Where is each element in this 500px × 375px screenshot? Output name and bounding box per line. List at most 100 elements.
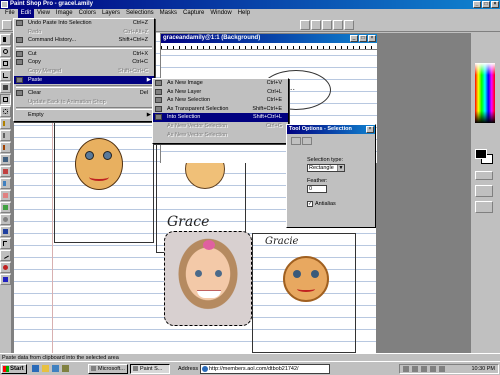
clone-brush-icon[interactable]	[0, 154, 11, 165]
task-paint-shop[interactable]: Paint S...	[130, 364, 170, 374]
color-spectrum[interactable]	[475, 63, 495, 123]
crop-tool-icon[interactable]	[0, 70, 11, 81]
object-selector-icon[interactable]	[0, 274, 11, 285]
clock[interactable]: 10:30 PM	[471, 365, 495, 373]
arrow-tool-icon[interactable]	[0, 34, 11, 45]
image-minimize-button[interactable]: _	[350, 35, 358, 42]
menu-item-cut[interactable]: Cut Ctrl+X	[14, 50, 154, 59]
text-tool-icon[interactable]	[0, 238, 11, 249]
close-button[interactable]: ×	[491, 1, 499, 8]
desktop-quicklaunch-icon[interactable]	[42, 365, 49, 372]
tray-icon[interactable]	[421, 366, 427, 372]
menu-item-update-animation-shop[interactable]: Update Back to Animation Shop	[14, 98, 154, 107]
menu-separator	[16, 85, 152, 89]
selection-type-label: Selection type:	[307, 157, 344, 163]
airbrush-icon[interactable]	[0, 214, 11, 225]
flood-fill-icon[interactable]	[0, 226, 11, 237]
menu-item-redo[interactable]: Redo Ctrl+Alt+Z	[14, 28, 154, 37]
menu-image[interactable]: Image	[53, 9, 76, 18]
start-button[interactable]: Start	[1, 364, 27, 374]
history-icon	[16, 37, 23, 44]
texture-button[interactable]	[475, 201, 493, 213]
address-input[interactable]: http://members.aol.com/dtbob21742/	[200, 364, 330, 374]
drawn-eye	[103, 151, 112, 160]
tool-options-title: Tool Options - Selection	[287, 125, 375, 134]
help-icon[interactable]	[344, 20, 354, 30]
eraser-tool-icon[interactable]	[0, 190, 11, 201]
speaker-icon[interactable]	[439, 366, 445, 372]
submenu-item-as-new-layer[interactable]: As New Layer Ctrl+L	[153, 88, 288, 97]
menu-item-clear[interactable]: Clear Del	[14, 89, 154, 98]
selection-tool-icon[interactable]	[0, 94, 11, 105]
antialias-checkbox[interactable]: ✓ Antialias	[307, 201, 345, 207]
channels-quicklaunch-icon[interactable]	[62, 365, 69, 372]
zoom-tool-icon[interactable]	[0, 46, 11, 57]
foreground-color-swatch[interactable]	[475, 149, 487, 159]
minimize-button[interactable]: _	[473, 1, 481, 8]
paintbrush-icon[interactable]	[0, 142, 11, 153]
menu-masks[interactable]: Masks	[157, 9, 180, 18]
undo-icon	[16, 20, 23, 26]
magic-wand-icon[interactable]	[0, 118, 11, 129]
histogram-icon[interactable]	[322, 20, 332, 30]
menu-item-undo[interactable]: Undo Paste Into Selection Ctrl+Z	[14, 19, 154, 28]
color-replacer-icon[interactable]	[0, 166, 11, 177]
app-title-bar: Paint Shop Pro - gracel.amily _ □ ×	[0, 0, 500, 9]
layer-palette-icon[interactable]	[300, 20, 310, 30]
mover-tool-icon[interactable]	[0, 82, 11, 93]
menu-item-command-history[interactable]: Command History... Shift+Ctrl+Z	[14, 36, 154, 45]
tray-icon[interactable]	[430, 366, 436, 372]
feather-input[interactable]: 0	[307, 185, 327, 193]
dropper-tool-icon[interactable]	[0, 130, 11, 141]
maximize-button[interactable]: □	[482, 1, 490, 8]
selection-type-select[interactable]: Rectangle ▼	[307, 164, 345, 172]
menu-bar: File Edit View Image Colors Layers Selec…	[0, 9, 500, 18]
tool-options-tab-2[interactable]	[302, 137, 312, 145]
overview-icon[interactable]	[311, 20, 321, 30]
preset-shapes-icon[interactable]	[0, 262, 11, 273]
submenu-item-vector-selection-2[interactable]: As New Vector Selection	[153, 131, 288, 140]
submenu-item-as-new-selection[interactable]: As New Selection Ctrl+E	[153, 96, 288, 105]
menu-selections[interactable]: Selections	[123, 9, 157, 18]
picture-tube-icon[interactable]	[0, 202, 11, 213]
ie-quicklaunch-icon[interactable]	[32, 365, 39, 372]
menu-item-paste[interactable]: Paste ▶	[14, 75, 154, 85]
swap-colors-button[interactable]	[475, 171, 493, 180]
menu-item-copy-merged[interactable]: Copy Merged Shift+Ctrl+C	[14, 67, 154, 76]
freehand-tool-icon[interactable]	[0, 106, 11, 117]
antialias-label: Antialias	[315, 201, 336, 207]
style-button[interactable]	[475, 185, 493, 197]
tray-icon[interactable]	[412, 366, 418, 372]
submenu-item-vector-selection[interactable]: As New Vector Selection Ctrl+G	[153, 122, 288, 131]
outlook-quicklaunch-icon[interactable]	[52, 365, 59, 372]
menu-view[interactable]: View	[34, 9, 53, 18]
image-maximize-button[interactable]: □	[359, 35, 367, 42]
menu-help[interactable]: Help	[235, 9, 253, 18]
menu-file[interactable]: File	[2, 9, 18, 18]
tool-options-tab-1[interactable]	[291, 137, 301, 145]
clear-icon	[16, 90, 23, 97]
tray-icon[interactable]	[403, 366, 409, 372]
tool-options-icon[interactable]	[333, 20, 343, 30]
menu-capture[interactable]: Capture	[180, 9, 207, 18]
menu-item-empty[interactable]: Empty ▶	[14, 111, 154, 120]
submenu-item-into-selection[interactable]: Into Selection Shift+Ctrl+L	[153, 113, 288, 122]
deform-tool-icon[interactable]	[0, 58, 11, 69]
pasted-photo-selection[interactable]	[164, 231, 252, 326]
app-icon[interactable]	[1, 1, 8, 8]
menu-colors[interactable]: Colors	[76, 9, 99, 18]
image-close-button[interactable]: ×	[368, 35, 376, 42]
draw-tool-icon[interactable]	[0, 250, 11, 261]
submenu-item-as-transparent-selection[interactable]: As Transparent Selection Shift+Ctrl+E	[153, 105, 288, 114]
menu-window[interactable]: Window	[207, 9, 234, 18]
submenu-item-as-new-image[interactable]: As New Image Ctrl+V	[153, 79, 288, 88]
tool-options-close-button[interactable]: ×	[366, 126, 374, 133]
menu-separator	[16, 107, 152, 111]
new-file-icon[interactable]	[2, 20, 12, 30]
menu-layers[interactable]: Layers	[99, 9, 123, 18]
retouch-tool-icon[interactable]	[0, 178, 11, 189]
menu-edit[interactable]: Edit	[17, 9, 35, 18]
menu-item-copy[interactable]: Copy Ctrl+C	[14, 58, 154, 67]
drawn-face-right	[283, 256, 329, 302]
task-microsoft[interactable]: Microsoft...	[88, 364, 128, 374]
